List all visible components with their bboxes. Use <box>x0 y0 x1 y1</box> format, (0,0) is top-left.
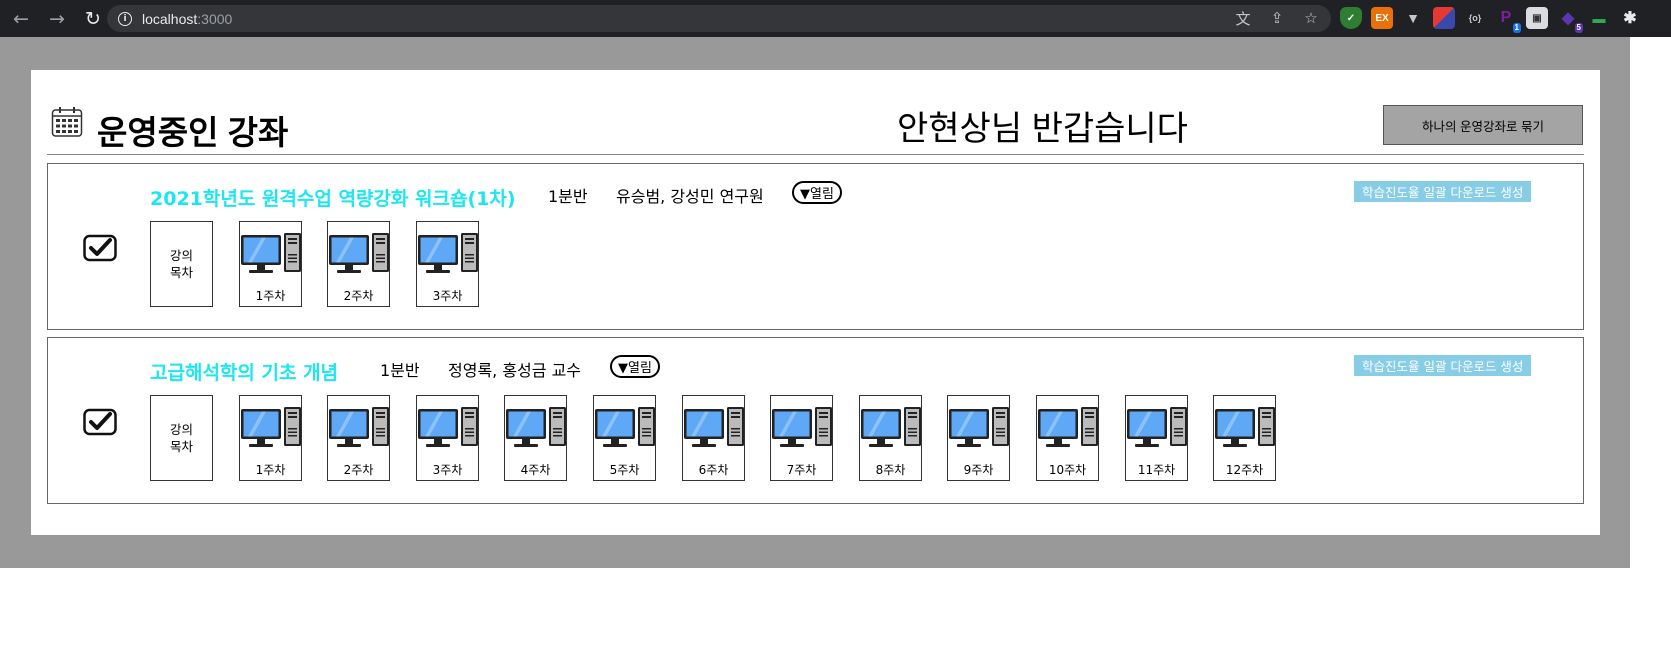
download-progress-button[interactable]: 학습진도율 일괄 다운로드 생성 <box>1354 181 1532 202</box>
desktop-computer-icon <box>418 233 478 273</box>
week-tile[interactable]: 6주차 <box>682 395 745 481</box>
desktop-computer-icon <box>595 407 655 447</box>
calendar-icon <box>51 107 83 137</box>
expand-toggle-button[interactable]: ▼열림 <box>610 355 660 378</box>
week-label: 6주차 <box>698 463 729 477</box>
site-info-icon[interactable]: i <box>118 11 132 26</box>
ex-extension-icon[interactable]: EX <box>1371 7 1393 29</box>
course-title[interactable]: 2021학년도 원격수업 역량강화 워크숍(1차) <box>150 184 516 211</box>
week-tile[interactable]: 10주차 <box>1036 395 1099 481</box>
week-label: 1주차 <box>255 289 286 303</box>
toc-label: 강의목차 <box>169 248 193 280</box>
download-progress-button[interactable]: 학습진도율 일괄 다운로드 생성 <box>1354 355 1532 376</box>
desktop-computer-icon <box>949 407 1009 447</box>
expand-toggle-button[interactable]: ▼열림 <box>792 181 842 204</box>
course-professors: 정영록, 홍성금 교수 <box>448 361 582 380</box>
address-bar[interactable]: i localhost:3000 文 ⇪ ☆ <box>107 5 1331 32</box>
week-label: 2주차 <box>343 289 374 303</box>
week-tile[interactable]: 1주차 <box>239 395 302 481</box>
checkbox-checked-icon[interactable] <box>83 234 117 262</box>
json-extension-icon[interactable]: {o} <box>1464 7 1486 29</box>
desktop-computer-icon <box>418 407 478 447</box>
desktop-computer-icon <box>241 407 301 447</box>
course-title[interactable]: 고급해석학의 기초 개념 <box>150 358 338 385</box>
week-tile[interactable]: 12주차 <box>1213 395 1276 481</box>
url-port: :3000 <box>197 10 233 27</box>
desktop-computer-icon <box>772 407 832 447</box>
week-tile[interactable]: 2주차 <box>327 395 390 481</box>
course-toc-tile[interactable]: 강의목차 <box>150 221 213 307</box>
forward-icon[interactable]: → <box>42 4 72 34</box>
week-tile[interactable]: 9주차 <box>947 395 1010 481</box>
course-row: 고급해석학의 기초 개념 1분반 정영록, 홍성금 교수 ▼열림 학습진도율 일… <box>47 337 1584 504</box>
desktop-computer-icon <box>1215 407 1275 447</box>
week-label: 12주차 <box>1225 463 1264 477</box>
week-label: 3주차 <box>432 463 463 477</box>
week-tile[interactable]: 1주차 <box>239 221 302 307</box>
desktop-computer-icon <box>861 407 921 447</box>
reload-icon[interactable]: ↻ <box>78 4 108 34</box>
course-row: 2021학년도 원격수업 역량강화 워크숍(1차) 1분반 유승범, 강성민 연… <box>47 163 1584 330</box>
cube-extension-icon[interactable]: ◆ 5 <box>1557 7 1583 33</box>
week-label: 5주차 <box>609 463 640 477</box>
page-viewport: 운영중인 강좌 안현상님 반갑습니다 하나의 운영강좌로 묶기 2021학년도 … <box>0 37 1630 568</box>
week-tile[interactable]: 7주차 <box>770 395 833 481</box>
back-icon[interactable]: ← <box>6 4 36 34</box>
week-tile[interactable]: 4주차 <box>504 395 567 481</box>
merge-courses-button[interactable]: 하나의 운영강좌로 묶기 <box>1383 105 1583 145</box>
desktop-computer-icon <box>506 407 566 447</box>
course-toc-tile[interactable]: 강의목차 <box>150 395 213 481</box>
week-label: 3주차 <box>432 289 463 303</box>
toc-label: 강의목차 <box>169 422 193 454</box>
extensions-puzzle-icon[interactable]: ✱ <box>1619 7 1641 29</box>
page-header: 운영중인 강좌 안현상님 반갑습니다 하나의 운영강좌로 묶기 <box>47 100 1584 155</box>
week-tile[interactable]: 5주차 <box>593 395 656 481</box>
browser-toolbar: ← → ↻ i localhost:3000 文 ⇪ ☆ ✓ EX ▼ {o} … <box>0 0 1671 37</box>
translate-icon[interactable]: 文 <box>1233 8 1253 28</box>
page-title: 운영중인 강좌 <box>97 114 289 151</box>
week-tile[interactable]: 3주차 <box>416 395 479 481</box>
extensions-bar: ✓ EX ▼ {o} P1 ▣ ◆ 5 ▬ ✱ <box>1340 7 1641 33</box>
week-label: 1주차 <box>255 463 286 477</box>
url-text[interactable]: localhost:3000 <box>142 11 232 27</box>
course-panel: 운영중인 강좌 안현상님 반갑습니다 하나의 운영강좌로 묶기 2021학년도 … <box>31 70 1600 535</box>
week-label: 2주차 <box>343 463 374 477</box>
week-tile[interactable]: 2주차 <box>327 221 390 307</box>
color-extension-icon[interactable] <box>1433 7 1455 29</box>
desktop-computer-icon <box>1127 407 1187 447</box>
desktop-computer-icon <box>329 233 389 273</box>
url-host: localhost <box>142 10 198 27</box>
checkbox-checked-icon[interactable] <box>83 408 117 436</box>
vue-extension-icon[interactable]: ▼ <box>1402 7 1424 29</box>
p-extension-icon[interactable]: P1 <box>1495 7 1521 33</box>
desktop-computer-icon <box>241 233 301 273</box>
week-tile[interactable]: 11주차 <box>1125 395 1188 481</box>
share-icon[interactable]: ⇪ <box>1267 8 1287 28</box>
week-tile[interactable]: 3주차 <box>416 221 479 307</box>
course-section: 1분반 <box>548 187 588 206</box>
image-extension-icon[interactable]: ▣ <box>1526 7 1548 29</box>
week-label: 9주차 <box>963 463 994 477</box>
week-label: 10주차 <box>1048 463 1087 477</box>
desktop-computer-icon <box>329 407 389 447</box>
week-label: 7주차 <box>786 463 817 477</box>
shield-extension-icon[interactable]: ✓ <box>1340 7 1362 29</box>
week-tile[interactable]: 8주차 <box>859 395 922 481</box>
week-label: 4주차 <box>520 463 551 477</box>
week-label: 8주차 <box>875 463 906 477</box>
welcome-message: 안현상님 반갑습니다 <box>897 110 1188 148</box>
desktop-computer-icon <box>1038 407 1098 447</box>
course-section: 1분반 <box>380 361 420 380</box>
bookmark-star-icon[interactable]: ☆ <box>1301 8 1321 28</box>
course-professors: 유승범, 강성민 연구원 <box>616 187 764 206</box>
desktop-computer-icon <box>684 407 744 447</box>
screen-extension-icon[interactable]: ▬ <box>1588 7 1610 29</box>
week-label: 11주차 <box>1137 463 1176 477</box>
